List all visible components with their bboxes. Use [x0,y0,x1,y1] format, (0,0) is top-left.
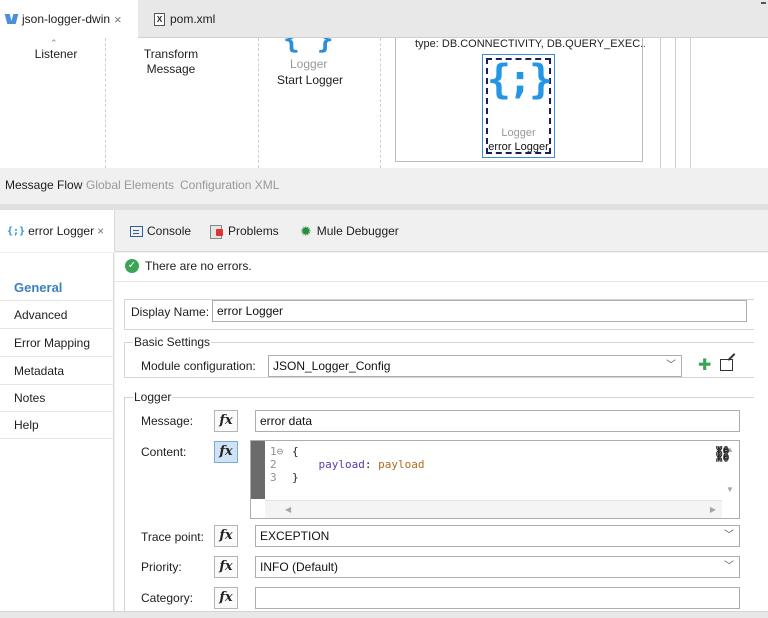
bottom-edge [0,611,768,618]
module-config-value: JSON_Logger_Config [273,359,391,373]
module-config-label: Module configuration: [141,359,256,373]
chevron-down-icon: ﹀ [724,530,734,541]
error-logger-type: Logger [501,127,536,139]
flow-divider [105,38,106,168]
content-code-editor[interactable]: 1⊖{ 2 payload: payload 3} ▲ ▼ ◀ ▶ [250,440,740,519]
tab-label: Console [147,224,192,238]
flow-divider [660,38,661,168]
properties-side-nav: General Advanced Error Mapping Metadata … [0,253,114,618]
editor-tab-pom[interactable]: X pom.xml [150,0,215,38]
category-fx-toggle[interactable]: fx [214,587,238,609]
message-input[interactable]: error data [255,410,740,432]
content-label: Content: [141,445,187,459]
close-icon[interactable]: × [97,224,104,238]
nav-help[interactable]: Help [0,412,114,439]
editor-tab-bar: json-logger-dwin × X pom.xml [0,0,768,38]
problems-icon [210,224,224,239]
view-tab-bar: Message Flow Global Elements Configurati… [0,170,768,204]
message-fx-toggle[interactable]: fx [214,410,238,432]
add-config-icon[interactable]: ✚ [698,358,711,374]
code-line: 3} [270,471,299,484]
properties-panel: ✓ There are no errors. Display Name: err… [115,253,768,618]
start-logger-type: Logger [290,57,328,71]
start-logger-label[interactable]: Start Logger [270,73,350,88]
status-message: There are no errors. [145,259,252,273]
error-logger-component[interactable]: {;} Logger error Logger [482,54,555,158]
priority-select[interactable]: INFO (Default) ﹀ [255,556,740,578]
xml-file-icon: X [154,12,165,26]
category-input[interactable] [255,587,740,609]
logger-icon: { } [283,38,334,55]
editor-tab-json-logger[interactable]: json-logger-dwin × [0,0,138,38]
nav-metadata[interactable]: Metadata [0,358,114,385]
chevron-down-icon: ﹀ [666,360,676,371]
tab-label: Problems [228,224,279,238]
edit-config-icon[interactable] [720,359,733,371]
debug-bug-icon: ✹ [300,222,312,239]
flow-divider [380,38,381,168]
validation-status: ✓ There are no errors. [125,259,252,273]
trace-point-fx-toggle[interactable]: fx [214,525,238,547]
tab-console[interactable]: Console [130,210,191,252]
listener-label[interactable]: Listener [26,47,86,62]
mule-project-icon [6,13,19,26]
check-circle-icon: ✓ [125,259,139,273]
tab-error-logger[interactable]: {;} error Logger × [0,210,115,252]
content-fx-toggle[interactable]: fx [214,441,238,463]
tab-problems[interactable]: Problems [210,210,279,252]
editor-tab-label: pom.xml [170,12,216,26]
editor-tab-label: json-logger-dwin [22,12,111,26]
data-graph-icon[interactable]: ⛓ [713,445,732,463]
flow-divider [690,38,691,168]
code-line: 1⊖{ [270,445,299,458]
transform-message-component[interactable]: Transform Message [130,47,212,77]
flow-divider [258,38,259,168]
logger-icon: {;} [7,225,26,237]
flow-canvas[interactable]: ⌃ Listener Transform Message { } Logger … [0,38,768,168]
nav-advanced[interactable]: Advanced [0,302,114,329]
transform-label-line2: Message [146,62,196,76]
chevron-down-icon: ﹀ [724,561,734,572]
trace-point-select[interactable]: EXCEPTION ﹀ [255,525,740,547]
nav-notes[interactable]: Notes [0,385,114,412]
close-icon[interactable]: × [114,12,122,27]
transform-label-line1: Transform [143,47,199,61]
tab-configuration-xml[interactable]: Configuration XML [180,178,279,192]
logger-icon: {;} [486,57,553,103]
properties-tab-bar: {;} error Logger × Console Problems ✹ Mu… [0,210,768,252]
trace-point-label: Trace point: [141,530,204,544]
module-config-select[interactable]: JSON_Logger_Config ﹀ [268,355,682,377]
message-label: Message: [141,414,194,428]
editor-gutter [251,441,265,499]
error-type-label: type: DB.CONNECTIVITY, DB.QUERY_EXEC... [415,38,645,50]
horizontal-scrollbar[interactable]: ◀ ▶ [265,500,722,518]
tab-label: Mule Debugger [316,224,399,238]
priority-label: Priority: [141,560,182,574]
tab-global-elements[interactable]: Global Elements [86,178,174,192]
logger-legend: Logger [133,390,173,404]
code-lines: 1⊖{ 2 payload: payload 3} [270,445,424,484]
code-line: 2 payload: payload [270,458,425,471]
trace-point-value: EXCEPTION [260,529,330,543]
nav-general[interactable]: General [0,274,114,301]
nav-error-mapping[interactable]: Error Mapping [0,330,114,357]
tab-label: error Logger [28,224,95,238]
error-logger-label: error Logger [488,141,549,153]
console-icon [130,225,143,237]
divider [115,281,768,282]
display-name-label: Display Name: [131,305,210,319]
tab-message-flow[interactable]: Message Flow [5,178,82,192]
basic-settings-legend: Basic Settings [133,335,212,349]
priority-value: INFO (Default) [260,560,339,574]
category-label: Category: [141,591,194,605]
display-name-input[interactable]: error Logger [212,300,747,322]
priority-fx-toggle[interactable]: fx [214,556,238,578]
tab-mule-debugger[interactable]: ✹ Mule Debugger [300,210,399,252]
minimize-icon[interactable] [761,2,766,4]
flow-divider [675,38,676,168]
